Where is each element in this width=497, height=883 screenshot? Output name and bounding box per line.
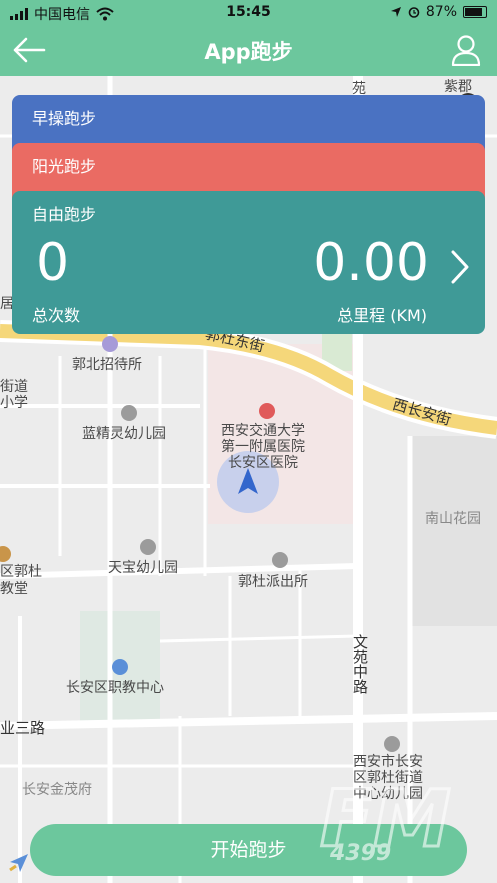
total-count-value: 0 [36, 233, 70, 293]
watermark-logo: FM 4399 [319, 774, 453, 867]
top-zidu-label: 紫郡 [444, 79, 472, 95]
card-morning-label: 早操跑步 [32, 109, 97, 128]
battery-icon [463, 6, 487, 18]
card-free-label: 自由跑步 [32, 205, 97, 224]
edge-jie-xue-label: 街道 小学 [0, 379, 28, 411]
poi-lanjingling[interactable]: 蓝精灵幼儿园 [82, 423, 166, 443]
watermark-4399-text: 4399 [329, 841, 391, 866]
poi-nanshan[interactable]: 南山花园 [425, 508, 481, 528]
poi-vocational[interactable]: 长安区职教中心 [66, 677, 164, 697]
status-bar: 中国电信 15:45 87% [0, 0, 497, 24]
poi-jinmao[interactable]: 长安金茂府 [22, 779, 92, 799]
poi-guobei-hotel[interactable]: 郭北招待所 [72, 354, 142, 374]
poi-tianbao[interactable]: 天宝幼儿园 [108, 557, 178, 577]
chevron-right-icon[interactable] [449, 249, 471, 285]
nav-bar: App跑步 [0, 24, 497, 76]
road-ye3-label: 业三路 [0, 719, 46, 737]
total-count-label: 总次数 [32, 306, 81, 325]
page-title: App跑步 [204, 40, 293, 64]
total-distance-label: 总里程 (KM) [337, 306, 427, 325]
status-right: 87% [390, 4, 487, 20]
poi-hospital[interactable]: 西安交通大学 第一附属医院 长安区医院 [221, 423, 305, 471]
card-free-run[interactable]: 自由跑步 0 0.00 总次数 总里程 (KM) [12, 191, 485, 334]
poi-police[interactable]: 郭杜派出所 [238, 571, 308, 591]
location-arrow-icon [390, 7, 401, 17]
poi-edu-left[interactable]: 区郭杜 教堂 [0, 564, 42, 598]
navigation-arrow-icon[interactable] [8, 852, 30, 874]
battery-fill [465, 8, 482, 16]
road-wenyuan-label: 文苑中路 [351, 634, 369, 694]
user-profile-icon[interactable] [451, 34, 481, 66]
battery-percent: 87% [425, 4, 457, 20]
alarm-icon [408, 7, 420, 18]
total-distance-value: 0.00 [313, 233, 429, 293]
card-sun-label: 阳光跑步 [32, 157, 97, 176]
